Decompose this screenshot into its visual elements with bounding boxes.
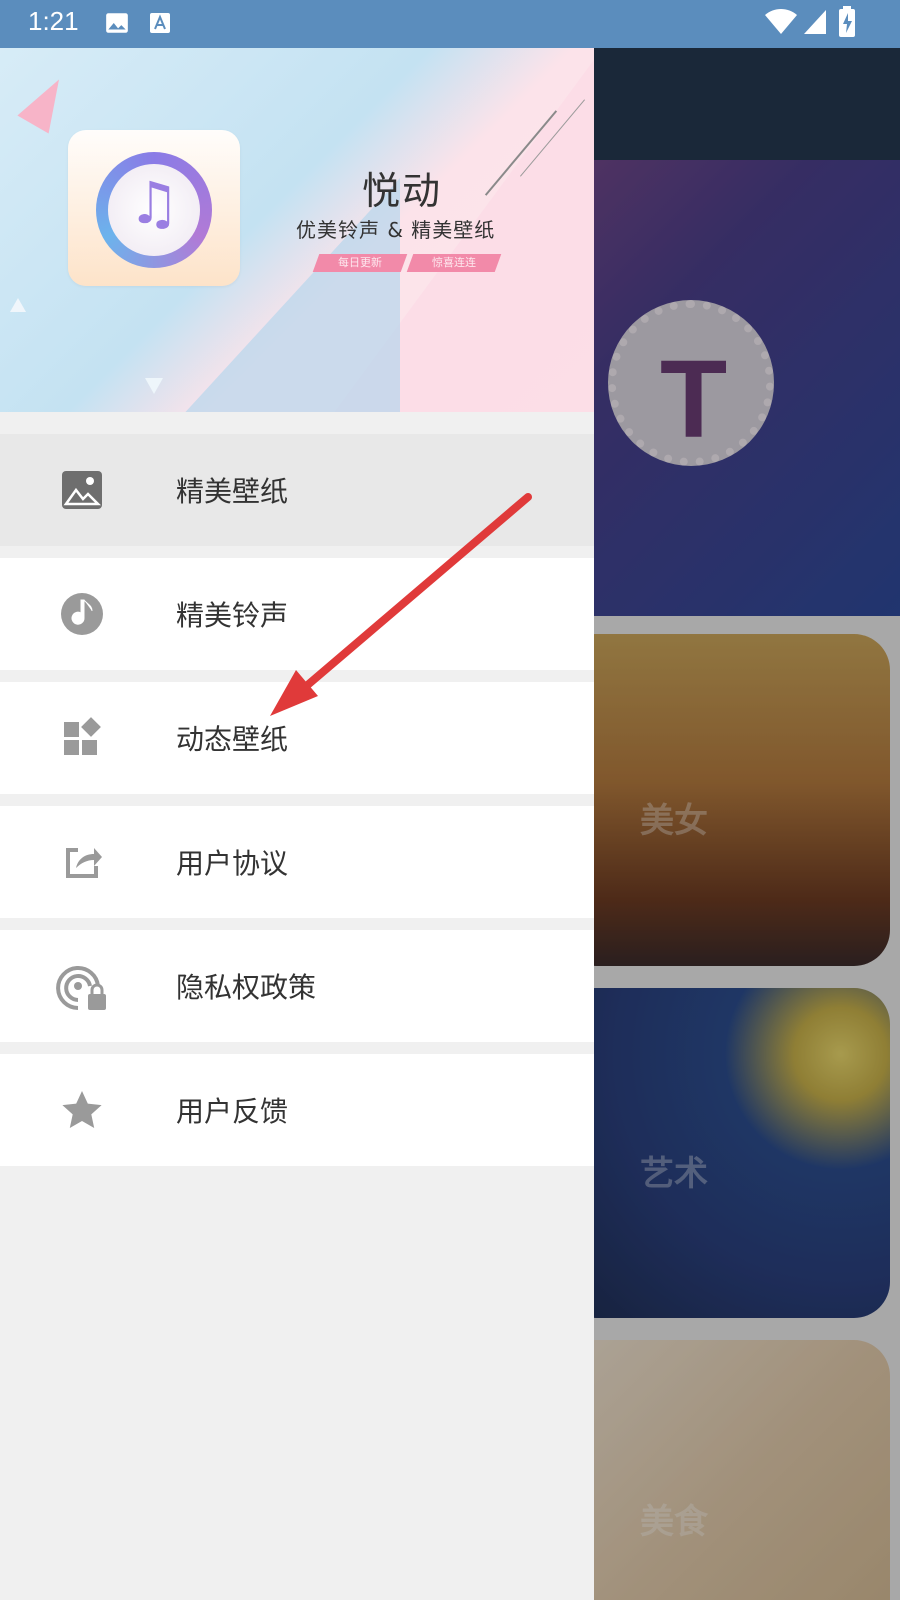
share-icon [60,840,104,884]
menu-item-label: 用户协议 [176,847,289,880]
menu-item-label: 精美壁纸 [176,475,289,508]
header-decoration [10,298,26,312]
header-decoration [17,70,75,134]
navigation-drawer: ♫ 悦动 优美铃声 & 精美壁纸 每日更新 惊喜连连 精美壁纸 精美铃声 动态壁… [0,48,594,1600]
battery-charging-icon [838,6,856,42]
menu-item-label: 隐私权政策 [176,971,317,1004]
app-logo: ♫ [68,130,240,286]
menu-item-wallpapers[interactable]: 精美壁纸 [0,434,594,546]
menu-item-label: 动态壁纸 [176,723,289,756]
music-note-icon: ♫ [128,169,180,237]
text-notification-icon [148,10,172,40]
menu-item-label: 精美铃声 [176,599,289,632]
menu-item-privacy-policy[interactable]: 隐私权政策 [0,930,594,1042]
star-icon [60,1088,104,1132]
status-time: 1:21 [28,6,79,36]
wifi-icon [764,8,798,40]
menu-item-feedback[interactable]: 用户反馈 [0,1054,594,1166]
header-tag: 惊喜连连 [406,254,502,272]
cellular-signal-icon [802,8,828,40]
music-note-icon [60,592,104,636]
menu-item-label: 用户反馈 [176,1095,289,1128]
drawer-header: ♫ 悦动 优美铃声 & 精美壁纸 每日更新 惊喜连连 [0,48,594,412]
image-icon [60,468,104,512]
gallery-notification-icon [104,10,130,40]
widgets-icon [60,716,104,760]
privacy-lock-icon [56,964,108,1010]
status-bar: 1:21 [0,0,900,48]
drawer-menu: 精美壁纸 精美铃声 动态壁纸 用户协议 隐私权政策 用户反馈 [0,434,594,1178]
app-title: 悦动 [362,169,443,213]
menu-item-ringtones[interactable]: 精美铃声 [0,558,594,670]
menu-item-live-wallpapers[interactable]: 动态壁纸 [0,682,594,794]
header-decoration [145,378,163,394]
app-subtitle: 优美铃声 & 精美壁纸 [296,218,496,242]
header-tag: 每日更新 [312,254,408,272]
menu-item-user-agreement[interactable]: 用户协议 [0,806,594,918]
